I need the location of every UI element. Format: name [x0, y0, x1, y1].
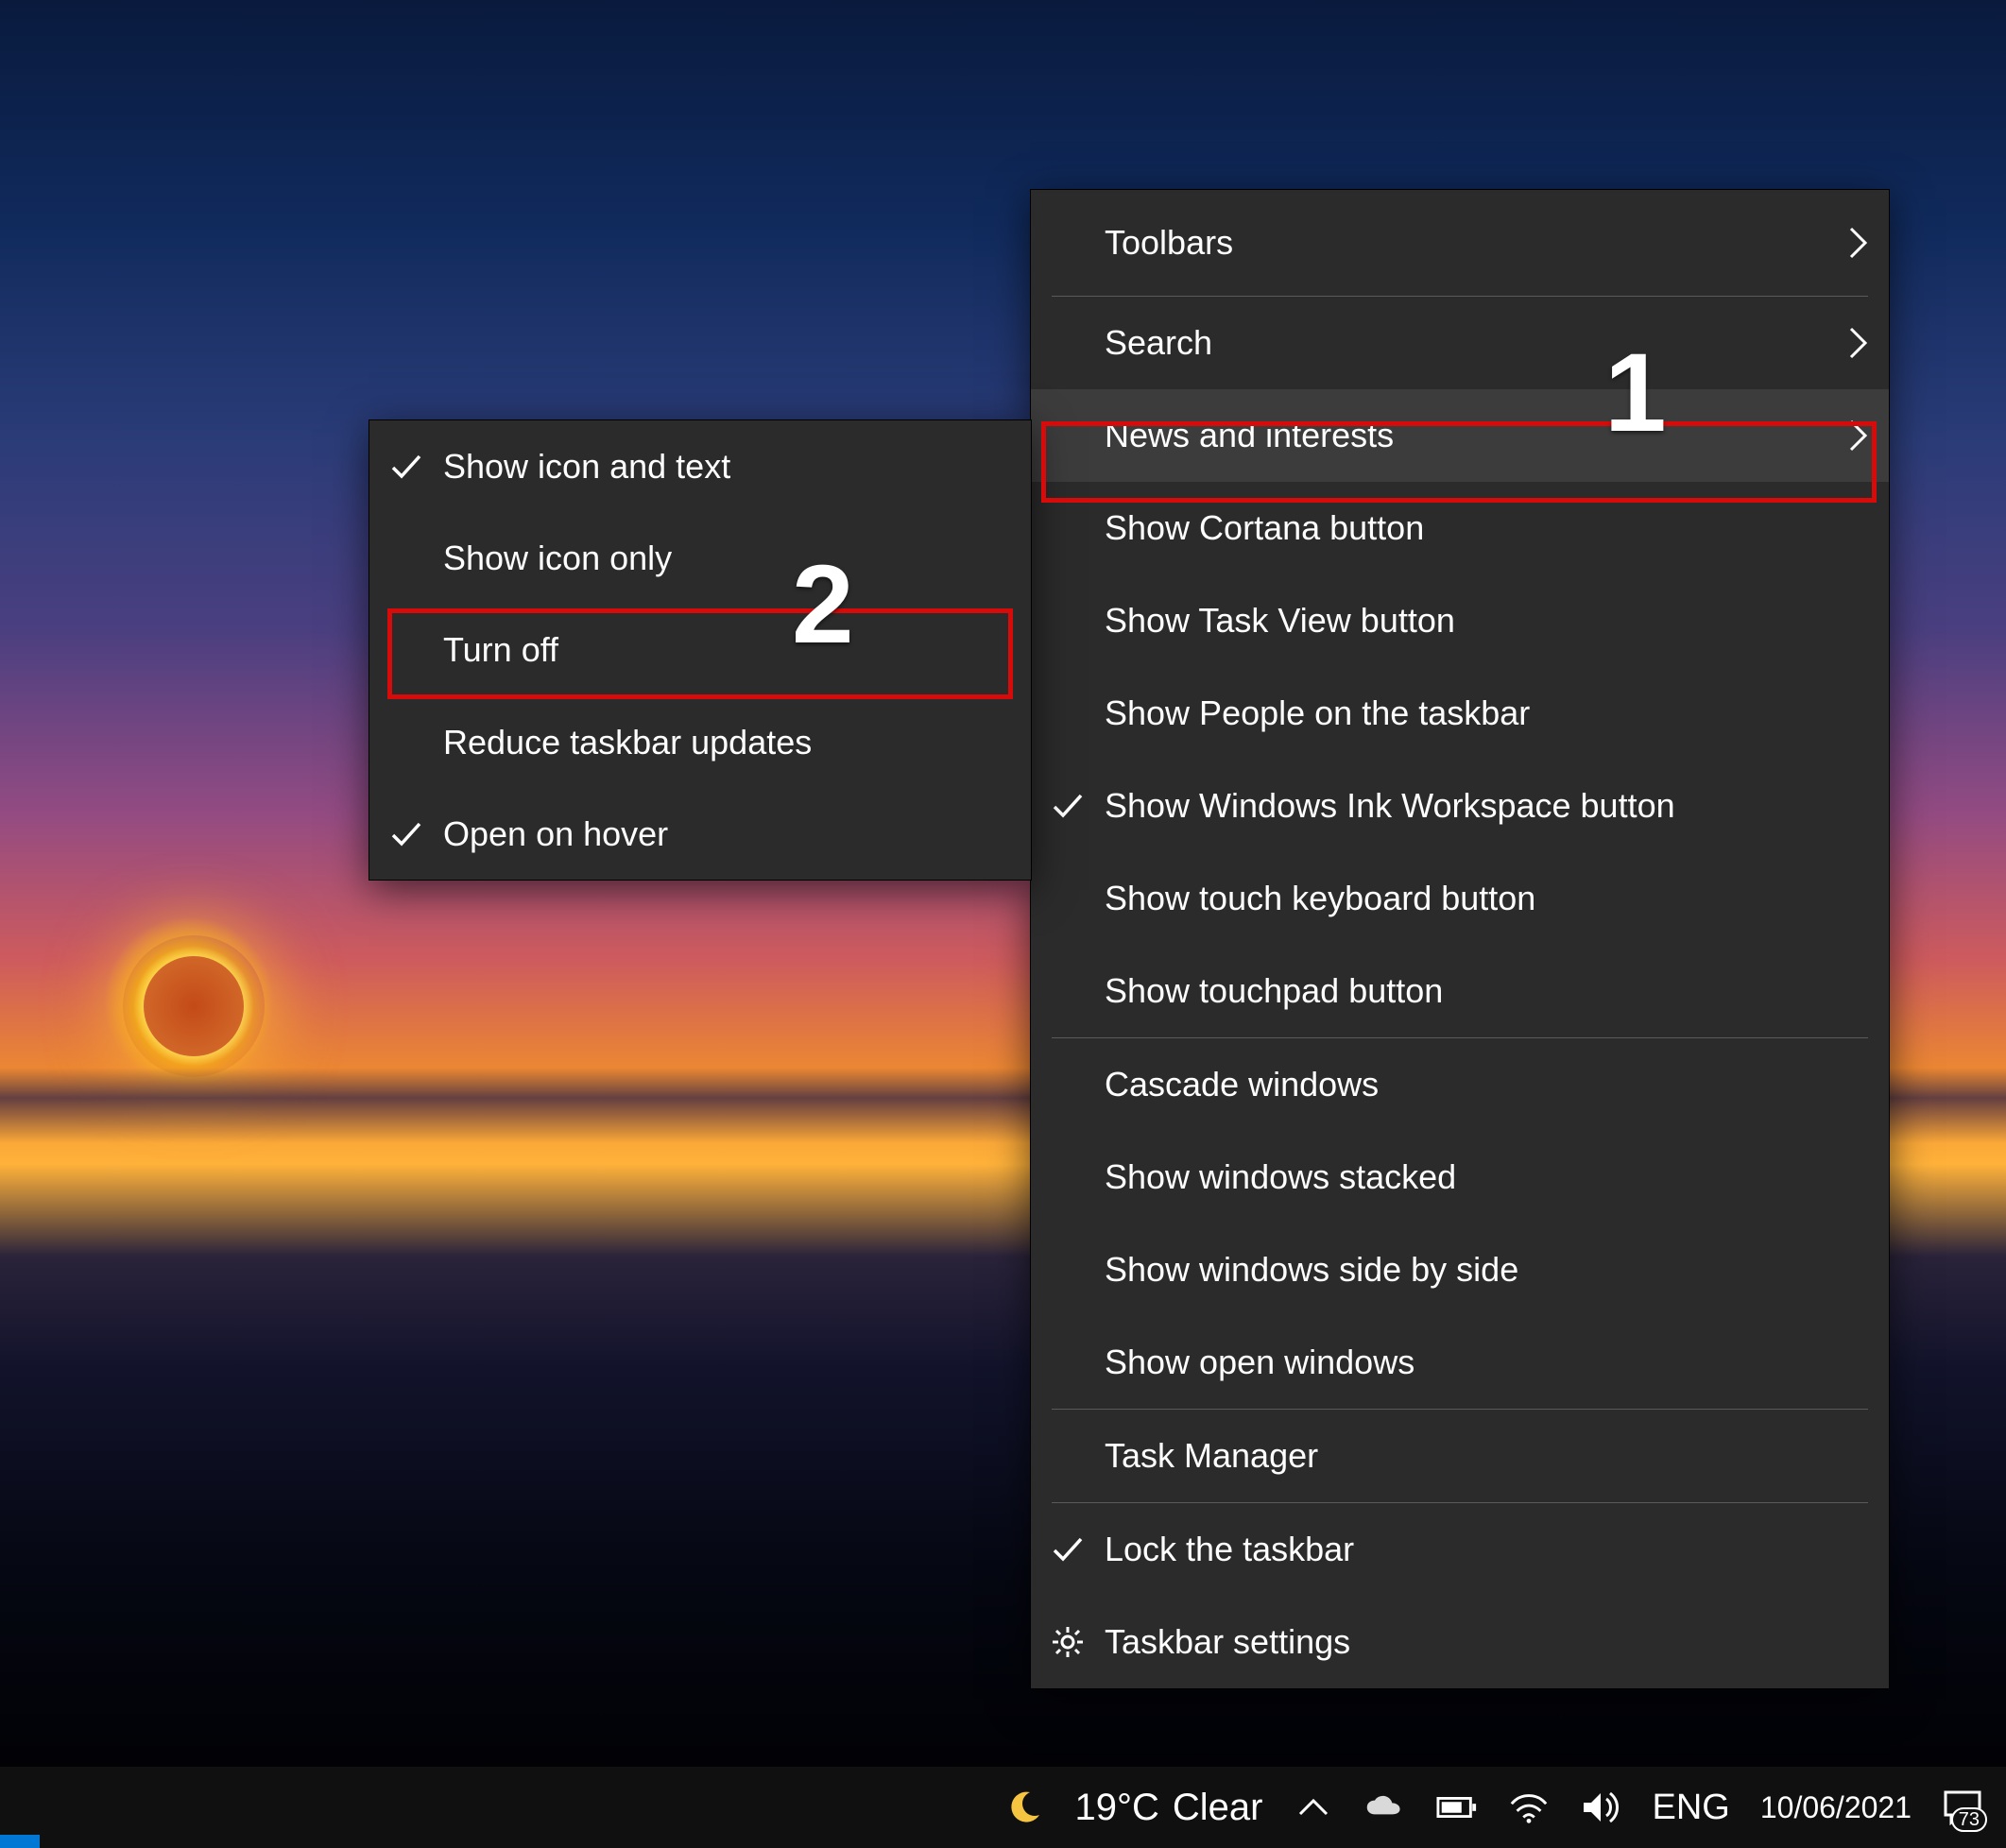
menu-label: Cascade windows: [1105, 1065, 1860, 1104]
menu-label: Show touchpad button: [1105, 971, 1860, 1011]
chevron-right-icon: [1849, 227, 1868, 259]
menu-item-people[interactable]: Show People on the taskbar: [1031, 667, 1889, 760]
menu-label: Show Task View button: [1105, 601, 1860, 641]
menu-item-sidebyside[interactable]: Show windows side by side: [1031, 1223, 1889, 1316]
volume-icon[interactable]: [1580, 1787, 1621, 1828]
menu-item-stacked[interactable]: Show windows stacked: [1031, 1131, 1889, 1223]
menu-item-lock-taskbar[interactable]: Lock the taskbar: [1031, 1503, 1889, 1596]
system-tray: 19°C Clear ENG 10/06/2021 73: [1003, 1767, 2006, 1848]
menu-item-openwin[interactable]: Show open windows: [1031, 1316, 1889, 1409]
menu-label: Show icon and text: [443, 447, 1003, 487]
menu-label: Lock the taskbar: [1105, 1530, 1860, 1569]
menu-item-taskbar-settings[interactable]: Taskbar settings: [1031, 1596, 1889, 1688]
wifi-icon[interactable]: [1508, 1787, 1550, 1828]
onedrive-icon[interactable]: [1364, 1787, 1406, 1828]
menu-item-touchpad[interactable]: Show touchpad button: [1031, 945, 1889, 1037]
submenu-item-turn-off[interactable]: Turn off: [369, 604, 1031, 695]
menu-label: Show windows side by side: [1105, 1250, 1860, 1290]
menu-label: Toolbars: [1105, 223, 1860, 263]
menu-item-taskmgr[interactable]: Task Manager: [1031, 1410, 1889, 1502]
check-icon: [386, 447, 426, 487]
menu-item-toolbars[interactable]: Toolbars: [1031, 190, 1889, 296]
taskbar-context-menu: Toolbars Search News and interests Show …: [1030, 189, 1890, 1689]
wallpaper-sun-shadow: [144, 956, 244, 1056]
chevron-right-icon: [1849, 419, 1868, 452]
menu-item-cortana[interactable]: Show Cortana button: [1031, 482, 1889, 574]
menu-label: Reduce taskbar updates: [443, 723, 1003, 762]
menu-label: Show touch keyboard button: [1105, 879, 1860, 918]
menu-item-search[interactable]: Search: [1031, 297, 1889, 389]
menu-label: Show Cortana button: [1105, 508, 1860, 548]
submenu-item-reduce-updates[interactable]: Reduce taskbar updates: [369, 696, 1031, 788]
menu-item-touchkb[interactable]: Show touch keyboard button: [1031, 852, 1889, 945]
gear-icon: [1048, 1622, 1088, 1662]
annotation-number-1: 1: [1604, 329, 1667, 457]
menu-label: Taskbar settings: [1105, 1622, 1860, 1662]
start-button-hint[interactable]: [0, 1835, 40, 1848]
tray-chevron-up-icon[interactable]: [1293, 1787, 1334, 1828]
weather-condition: Clear: [1173, 1787, 1263, 1829]
submenu-item-open-hover[interactable]: Open on hover: [369, 788, 1031, 880]
language-indicator[interactable]: ENG: [1652, 1788, 1729, 1828]
news-interests-submenu: Show icon and text Show icon only Turn o…: [369, 419, 1032, 881]
taskbar[interactable]: 19°C Clear ENG 10/06/2021 73: [0, 1767, 2006, 1848]
check-icon: [1048, 786, 1088, 826]
menu-label: Show People on the taskbar: [1105, 693, 1860, 733]
menu-label: Search: [1105, 323, 1860, 363]
submenu-item-icon-text[interactable]: Show icon and text: [369, 420, 1031, 512]
menu-label: Turn off: [443, 630, 1003, 670]
chevron-right-icon: [1849, 327, 1868, 359]
check-icon: [386, 814, 426, 854]
menu-item-cascade[interactable]: Cascade windows: [1031, 1038, 1889, 1131]
menu-label: Open on hover: [443, 814, 1003, 854]
annotation-number-2: 2: [792, 540, 854, 669]
check-icon: [1048, 1530, 1088, 1569]
taskbar-date[interactable]: 10/06/2021: [1760, 1790, 1912, 1825]
battery-icon[interactable]: [1436, 1787, 1478, 1828]
action-center-icon[interactable]: 73: [1942, 1787, 1983, 1828]
menu-label: Show Windows Ink Workspace button: [1105, 786, 1860, 826]
menu-label: Show icon only: [443, 539, 1003, 578]
weather-widget[interactable]: 19°C Clear: [1075, 1787, 1263, 1829]
menu-item-ink[interactable]: Show Windows Ink Workspace button: [1031, 760, 1889, 852]
weather-temperature: 19°C: [1075, 1787, 1159, 1829]
menu-label: News and interests: [1105, 416, 1860, 455]
menu-label: Show open windows: [1105, 1343, 1860, 1382]
submenu-item-icon-only[interactable]: Show icon only: [369, 512, 1031, 604]
menu-item-taskview[interactable]: Show Task View button: [1031, 574, 1889, 667]
notification-count: 73: [1951, 1807, 1987, 1832]
menu-item-news-interests[interactable]: News and interests: [1031, 389, 1889, 482]
menu-label: Show windows stacked: [1105, 1157, 1860, 1197]
weather-icon[interactable]: [1003, 1787, 1045, 1828]
menu-label: Task Manager: [1105, 1436, 1860, 1476]
